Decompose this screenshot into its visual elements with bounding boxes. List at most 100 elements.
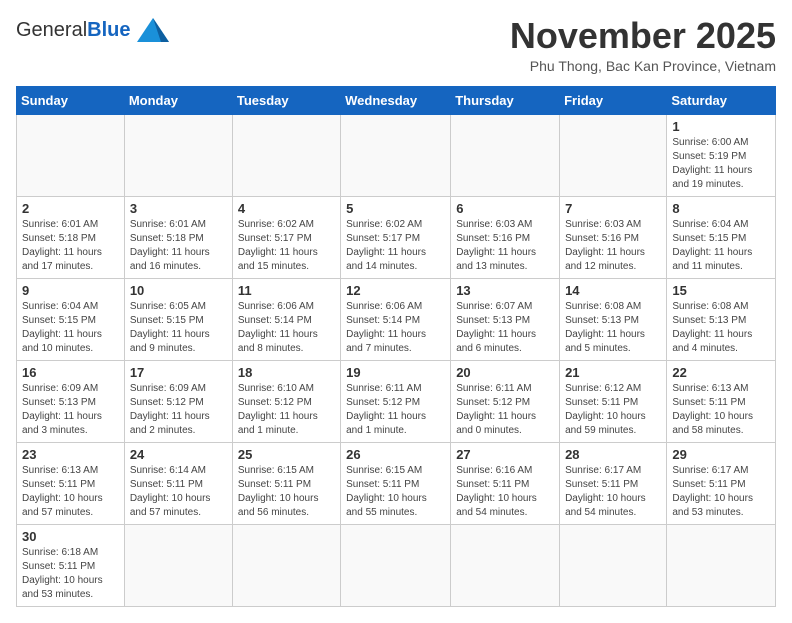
calendar-cell: 28Sunrise: 6:17 AM Sunset: 5:11 PM Dayli… (560, 442, 667, 524)
calendar-cell (124, 114, 232, 196)
day-number: 28 (565, 447, 661, 462)
day-number: 12 (346, 283, 445, 298)
logo-blue-text: Blue (87, 19, 130, 42)
calendar-cell: 5 Sunrise: 6:02 AM Sunset: 5:17 PM Daylig… (341, 196, 451, 278)
day-number: 26 (346, 447, 445, 462)
day-info: Sunrise: 6:12 AM Sunset: 5:11 PM Dayligh… (565, 382, 661, 438)
day-info: Sunrise: 6:11 AM Sunset: 5:12 PM Dayligh… (456, 382, 554, 438)
calendar-cell: 23Sunrise: 6:13 AM Sunset: 5:11 PM Dayli… (17, 442, 125, 524)
calendar-cell: 14 Sunrise: 6:08 AM Sunset: 5:13 PM Dayli… (560, 278, 667, 360)
day-number: 18 (238, 365, 335, 380)
day-info: Sunrise: 6:04 AM Sunset: 5:15 PM Dayligh… (22, 300, 119, 356)
calendar-cell: 16Sunrise: 6:09 AM Sunset: 5:13 PM Dayli… (17, 360, 125, 442)
day-info: Sunrise: 6:07 AM Sunset: 5:13 PM Dayligh… (456, 300, 554, 356)
day-number: 1 (672, 119, 770, 134)
day-info: Sunrise: 6:06 AM Sunset: 5:14 PM Dayligh… (346, 300, 445, 356)
calendar-cell: 11 Sunrise: 6:06 AM Sunset: 5:14 PM Dayli… (232, 278, 340, 360)
calendar-cell: 6 Sunrise: 6:03 AM Sunset: 5:16 PM Daylig… (451, 196, 560, 278)
day-info: Sunrise: 6:08 AM Sunset: 5:13 PM Dayligh… (672, 300, 770, 356)
calendar-cell: 19 Sunrise: 6:11 AM Sunset: 5:12 PM Dayli… (341, 360, 451, 442)
calendar-cell: 7 Sunrise: 6:03 AM Sunset: 5:16 PM Daylig… (560, 196, 667, 278)
day-info: Sunrise: 6:16 AM Sunset: 5:11 PM Dayligh… (456, 464, 554, 520)
calendar-cell: 12 Sunrise: 6:06 AM Sunset: 5:14 PM Dayli… (341, 278, 451, 360)
calendar-cell: 25 Sunrise: 6:15 AM Sunset: 5:11 PM Dayli… (232, 442, 340, 524)
calendar-cell (17, 114, 125, 196)
day-number: 10 (130, 283, 227, 298)
day-number: 7 (565, 201, 661, 216)
calendar-cell (232, 524, 340, 606)
day-number: 11 (238, 283, 335, 298)
calendar-cell: 24 Sunrise: 6:14 AM Sunset: 5:11 PM Dayli… (124, 442, 232, 524)
calendar-cell: 2Sunrise: 6:01 AM Sunset: 5:18 PM Daylig… (17, 196, 125, 278)
calendar-cell (451, 524, 560, 606)
calendar-cell (341, 524, 451, 606)
header-saturday: Saturday (667, 86, 776, 114)
logo: General Blue (16, 16, 171, 44)
calendar-row-2: 2Sunrise: 6:01 AM Sunset: 5:18 PM Daylig… (17, 196, 776, 278)
day-number: 19 (346, 365, 445, 380)
day-info: Sunrise: 6:02 AM Sunset: 5:17 PM Dayligh… (346, 218, 445, 274)
day-info: Sunrise: 6:11 AM Sunset: 5:12 PM Dayligh… (346, 382, 445, 438)
day-number: 27 (456, 447, 554, 462)
calendar-cell: 20 Sunrise: 6:11 AM Sunset: 5:12 PM Dayli… (451, 360, 560, 442)
day-info: Sunrise: 6:14 AM Sunset: 5:11 PM Dayligh… (130, 464, 227, 520)
day-number: 9 (22, 283, 119, 298)
header-friday: Friday (560, 86, 667, 114)
header-monday: Monday (124, 86, 232, 114)
calendar-table: Sunday Monday Tuesday Wednesday Thursday… (16, 86, 776, 607)
day-info: Sunrise: 6:05 AM Sunset: 5:15 PM Dayligh… (130, 300, 227, 356)
calendar-row-3: 9 Sunrise: 6:04 AM Sunset: 5:15 PM Daylig… (17, 278, 776, 360)
day-number: 20 (456, 365, 554, 380)
calendar-cell: 9 Sunrise: 6:04 AM Sunset: 5:15 PM Daylig… (17, 278, 125, 360)
day-info: Sunrise: 6:08 AM Sunset: 5:13 PM Dayligh… (565, 300, 661, 356)
header-thursday: Thursday (451, 86, 560, 114)
calendar-cell: 1Sunrise: 6:00 AM Sunset: 5:19 PM Daylig… (667, 114, 776, 196)
day-number: 13 (456, 283, 554, 298)
day-number: 24 (130, 447, 227, 462)
calendar-cell: 8Sunrise: 6:04 AM Sunset: 5:15 PM Daylig… (667, 196, 776, 278)
page-header: General Blue November 2025 Phu Thong, Ba… (16, 16, 776, 74)
calendar-cell: 10 Sunrise: 6:05 AM Sunset: 5:15 PM Dayli… (124, 278, 232, 360)
day-number: 21 (565, 365, 661, 380)
day-info: Sunrise: 6:04 AM Sunset: 5:15 PM Dayligh… (672, 218, 770, 274)
calendar-cell: 30Sunrise: 6:18 AM Sunset: 5:11 PM Dayli… (17, 524, 125, 606)
day-info: Sunrise: 6:03 AM Sunset: 5:16 PM Dayligh… (565, 218, 661, 274)
calendar-cell: 13 Sunrise: 6:07 AM Sunset: 5:13 PM Dayli… (451, 278, 560, 360)
day-info: Sunrise: 6:09 AM Sunset: 5:13 PM Dayligh… (22, 382, 119, 438)
calendar-cell (667, 524, 776, 606)
header-wednesday: Wednesday (341, 86, 451, 114)
day-info: Sunrise: 6:09 AM Sunset: 5:12 PM Dayligh… (130, 382, 227, 438)
logo-icon (135, 16, 171, 44)
calendar-cell: 26Sunrise: 6:15 AM Sunset: 5:11 PM Dayli… (341, 442, 451, 524)
day-info: Sunrise: 6:03 AM Sunset: 5:16 PM Dayligh… (456, 218, 554, 274)
logo-area: General Blue (16, 16, 171, 44)
day-number: 25 (238, 447, 335, 462)
day-number: 29 (672, 447, 770, 462)
day-number: 6 (456, 201, 554, 216)
calendar-cell: 27 Sunrise: 6:16 AM Sunset: 5:11 PM Dayli… (451, 442, 560, 524)
calendar-cell: 21 Sunrise: 6:12 AM Sunset: 5:11 PM Dayli… (560, 360, 667, 442)
calendar-cell (232, 114, 340, 196)
logo-general-text: General (16, 19, 87, 42)
day-number: 2 (22, 201, 119, 216)
day-number: 14 (565, 283, 661, 298)
day-number: 22 (672, 365, 770, 380)
day-number: 30 (22, 529, 119, 544)
calendar-cell (560, 524, 667, 606)
day-info: Sunrise: 6:15 AM Sunset: 5:11 PM Dayligh… (238, 464, 335, 520)
calendar-cell (560, 114, 667, 196)
weekday-header-row: Sunday Monday Tuesday Wednesday Thursday… (17, 86, 776, 114)
calendar-cell: 15 Sunrise: 6:08 AM Sunset: 5:13 PM Dayli… (667, 278, 776, 360)
month-title: November 2025 (510, 16, 776, 56)
calendar-cell (451, 114, 560, 196)
day-number: 15 (672, 283, 770, 298)
day-info: Sunrise: 6:06 AM Sunset: 5:14 PM Dayligh… (238, 300, 335, 356)
day-number: 5 (346, 201, 445, 216)
location-subtitle: Phu Thong, Bac Kan Province, Vietnam (510, 58, 776, 74)
day-info: Sunrise: 6:13 AM Sunset: 5:11 PM Dayligh… (672, 382, 770, 438)
day-number: 23 (22, 447, 119, 462)
calendar-cell: 3Sunrise: 6:01 AM Sunset: 5:18 PM Daylig… (124, 196, 232, 278)
header-sunday: Sunday (17, 86, 125, 114)
calendar-cell: 22 Sunrise: 6:13 AM Sunset: 5:11 PM Dayli… (667, 360, 776, 442)
day-info: Sunrise: 6:02 AM Sunset: 5:17 PM Dayligh… (238, 218, 335, 274)
